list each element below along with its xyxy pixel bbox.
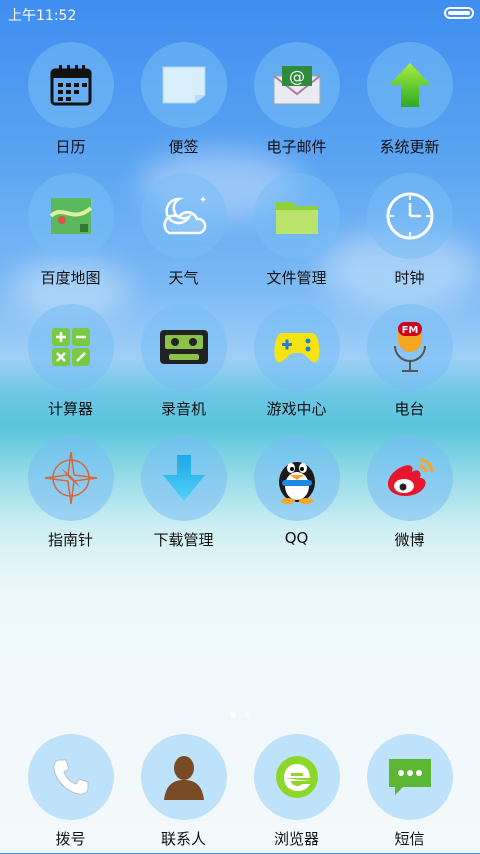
app-download-manager[interactable]: 下载管理 bbox=[127, 435, 240, 555]
app-notes[interactable]: 便签 bbox=[127, 42, 240, 162]
status-time: 上午11:52 bbox=[8, 8, 77, 24]
phone-icon bbox=[52, 759, 88, 795]
app-baidu-map[interactable]: 百度地图 bbox=[14, 173, 127, 293]
app-calendar[interactable]: 日历 bbox=[14, 42, 127, 162]
app-system-update[interactable]: 系统更新 bbox=[353, 42, 466, 162]
update-arrow-icon bbox=[388, 63, 431, 107]
app-recorder[interactable]: 录音机 bbox=[127, 304, 240, 424]
app-label: 电台 bbox=[394, 400, 425, 418]
app-label: 拨号 bbox=[55, 830, 86, 848]
clock-icon bbox=[386, 192, 433, 240]
app-label: 联系人 bbox=[160, 830, 206, 848]
dock-phone[interactable]: 拨号 bbox=[14, 734, 127, 854]
app-label: 浏览器 bbox=[273, 830, 319, 848]
app-label: QQ bbox=[284, 529, 309, 547]
app-label: 游戏中心 bbox=[266, 400, 327, 418]
dock-contacts[interactable]: 联系人 bbox=[127, 734, 240, 854]
calculator-icon bbox=[51, 328, 90, 366]
email-icon: @ bbox=[272, 66, 321, 105]
app-calculator[interactable]: 计算器 bbox=[14, 304, 127, 424]
page-dot bbox=[230, 712, 236, 718]
svg-text:FM: FM bbox=[401, 325, 418, 336]
app-label: 便签 bbox=[168, 138, 199, 156]
map-icon bbox=[49, 198, 92, 234]
app-label: 电子邮件 bbox=[266, 138, 327, 156]
app-label: 计算器 bbox=[47, 400, 93, 418]
notes-icon bbox=[162, 66, 205, 104]
page-dot bbox=[244, 712, 250, 718]
app-compass[interactable]: 指南针 bbox=[14, 435, 127, 555]
dock-browser[interactable]: 浏览器 bbox=[240, 734, 353, 854]
app-label: 系统更新 bbox=[379, 138, 440, 156]
folder-icon bbox=[275, 202, 318, 234]
weather-icon: ✦ bbox=[162, 195, 207, 235]
app-label: 日历 bbox=[55, 138, 86, 156]
message-bubble-icon bbox=[388, 759, 431, 795]
status-bar: 上午11:52 bbox=[0, 0, 480, 28]
app-label: 百度地图 bbox=[40, 269, 101, 287]
app-label: 录音机 bbox=[160, 400, 206, 418]
app-weibo[interactable]: 微博 bbox=[353, 435, 466, 555]
browser-e-icon bbox=[275, 756, 318, 798]
contact-person-icon bbox=[163, 756, 204, 800]
page-indicator bbox=[0, 703, 480, 722]
app-label: 短信 bbox=[394, 830, 425, 848]
app-weather[interactable]: ✦ 天气 bbox=[127, 173, 240, 293]
app-label: 指南针 bbox=[47, 531, 93, 549]
app-file-manager[interactable]: 文件管理 bbox=[240, 173, 353, 293]
app-radio[interactable]: FM 电台 bbox=[353, 304, 466, 424]
svg-text:✦: ✦ bbox=[199, 195, 207, 206]
app-label: 文件管理 bbox=[266, 269, 327, 287]
compass-icon bbox=[44, 451, 97, 505]
svg-text:@: @ bbox=[289, 67, 305, 86]
app-qq[interactable]: QQ bbox=[240, 435, 353, 555]
penguin-icon bbox=[278, 462, 315, 504]
calendar-icon bbox=[50, 65, 91, 106]
app-label: 天气 bbox=[168, 269, 199, 287]
app-label: 微博 bbox=[394, 531, 425, 549]
fm-microphone-icon: FM bbox=[393, 322, 426, 372]
download-icon bbox=[162, 455, 205, 501]
dock-messages[interactable]: 短信 bbox=[353, 734, 466, 854]
app-label: 时钟 bbox=[394, 269, 425, 287]
gamepad-icon bbox=[274, 333, 319, 363]
app-game-center[interactable]: 游戏中心 bbox=[240, 304, 353, 424]
app-email[interactable]: @ 电子邮件 bbox=[240, 42, 353, 162]
weibo-icon bbox=[387, 458, 433, 496]
app-clock[interactable]: 时钟 bbox=[353, 173, 466, 293]
battery-icon bbox=[444, 7, 474, 19]
cassette-icon bbox=[159, 330, 208, 364]
app-label: 下载管理 bbox=[153, 531, 214, 549]
